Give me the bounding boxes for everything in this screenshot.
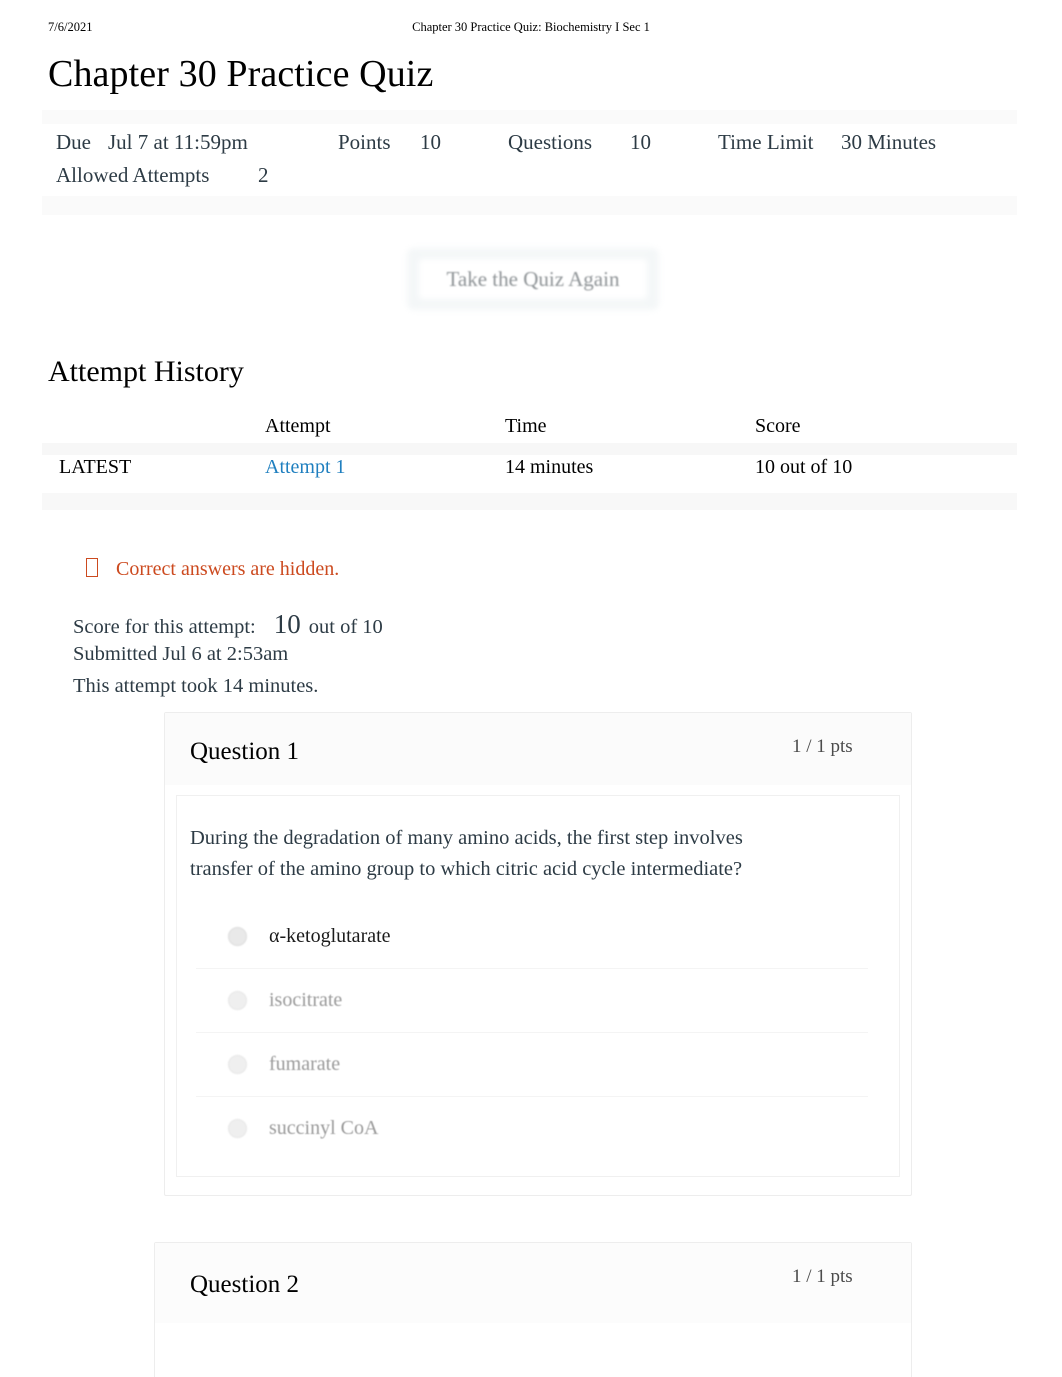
score-suffix: out of 10 [308,616,383,638]
question-card [154,1242,912,1377]
column-header-time: Time [505,415,547,437]
warning-box-icon [86,558,98,577]
column-header-score: Score [755,415,801,437]
attempt-history-heading: Attempt History [48,355,244,388]
question-1-text: During the degradation of many amino aci… [190,827,743,881]
due-value: Jul 7 at 11:59pm [108,130,248,154]
points-value: 10 [420,130,441,154]
radio-button-icon[interactable] [228,1119,247,1138]
attempt-row-score: 10 out of 10 [755,456,853,478]
question-2-points: 1 / 1 pts [792,1266,853,1287]
allowed-attempts-value: 2 [258,163,269,187]
radio-button-icon[interactable] [228,1055,247,1074]
question-1-answers: α-ketoglutarate isocitrate fumarate succ… [196,905,868,1160]
points-label: Points [338,130,391,154]
attempt-1-link[interactable]: Attempt 1 [265,456,346,479]
question-1-points: 1 / 1 pts [792,736,853,757]
question-1-title: Question 1 [190,738,300,765]
questions-label: Questions [508,130,592,154]
time-limit-value: 30 Minutes [841,130,937,154]
answer-option[interactable]: α-ketoglutarate [196,905,868,968]
question-2-title: Question 2 [190,1271,300,1298]
attempt-row-marker: LATEST [59,456,132,478]
column-header-attempt: Attempt [265,415,331,437]
answer-option-label: succinyl CoA [269,1117,379,1139]
page-title: Chapter 30 Practice Quiz [48,53,434,95]
score-value: 10 [273,609,301,639]
print-header: 7/6/2021 Chapter 30 Practice Quiz: Bioch… [0,20,1062,42]
answer-option-label: fumarate [269,1053,341,1075]
score-for-attempt-line: Score for this attempt: 10 out of 10 [73,609,383,640]
answer-option-label: α-ketoglutarate [269,925,391,947]
submitted-line: Submitted Jul 6 at 2:53am [73,643,289,665]
answer-option[interactable]: fumarate [196,1032,868,1096]
hidden-answers-notice-text: Correct answers are hidden. [116,558,340,580]
print-document-title: Chapter 30 Practice Quiz: Biochemistry I… [412,20,650,34]
take-quiz-again-label[interactable]: Take the Quiz Again [407,248,659,310]
duration-line: This attempt took 14 minutes. [73,675,319,697]
radio-button-icon[interactable] [228,991,247,1010]
hidden-answers-notice: Correct answers are hidden. [86,558,339,581]
answer-option[interactable]: succinyl CoA [196,1096,868,1160]
answer-option[interactable]: isocitrate [196,968,868,1032]
answer-option-label: isocitrate [269,989,343,1011]
due-label: Due [56,130,91,154]
allowed-attempts-label: Allowed Attempts [56,163,210,187]
questions-value: 10 [630,130,651,154]
attempt-row-time: 14 minutes [505,456,594,478]
time-limit-label: Time Limit [718,130,814,154]
quiz-results-page: 7/6/2021 Chapter 30 Practice Quiz: Bioch… [0,0,1062,1377]
radio-button-icon[interactable] [228,927,247,946]
score-label: Score for this attempt: [73,616,256,638]
